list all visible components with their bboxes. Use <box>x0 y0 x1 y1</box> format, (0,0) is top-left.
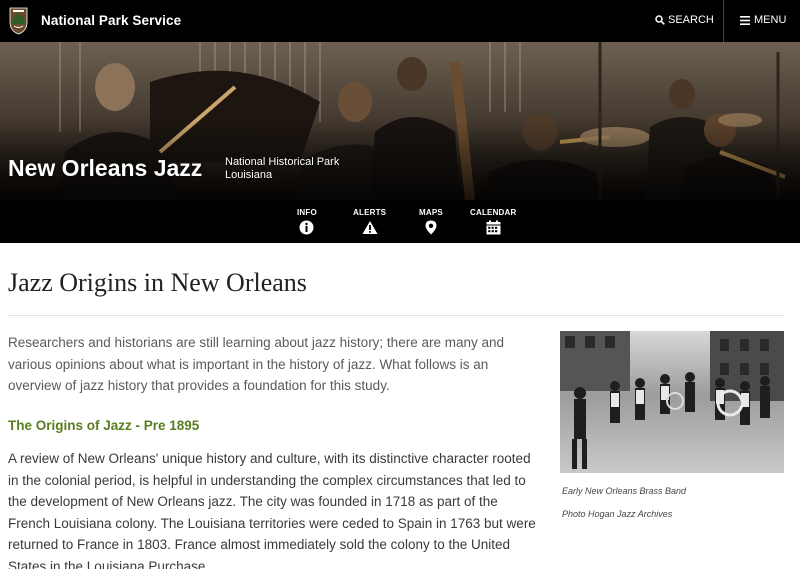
header-divider <box>723 0 724 42</box>
nav-alerts[interactable]: ALERTS <box>353 208 386 235</box>
park-name[interactable]: New Orleans Jazz <box>8 155 202 182</box>
info-icon <box>299 220 314 235</box>
map-pin-icon <box>425 220 437 235</box>
menu-label: MENU <box>754 14 787 26</box>
search-icon <box>655 15 665 25</box>
nav-info[interactable]: INFO <box>297 208 317 235</box>
hero-banner: New Orleans Jazz National Historical Par… <box>0 42 800 200</box>
nav-maps[interactable]: MAPS <box>419 208 443 235</box>
park-designation: National Historical Park <box>225 156 340 168</box>
park-state: Louisiana <box>225 169 273 181</box>
calendar-icon <box>486 220 501 235</box>
photo-caption: Early New Orleans Brass Band <box>562 486 687 496</box>
section-body: A review of New Orleans' unique history … <box>8 451 536 569</box>
hamburger-icon <box>740 15 750 25</box>
brand-name[interactable]: National Park Service <box>41 13 181 28</box>
nav-alerts-label: ALERTS <box>353 208 387 217</box>
photo-credit: Photo Hogan Jazz Archives <box>562 509 673 519</box>
alert-icon <box>362 221 378 234</box>
park-subnav: INFO ALERTS MAPS CALENDAR <box>0 200 800 243</box>
search-label: SEARCH <box>668 14 714 26</box>
brass-band-photo[interactable] <box>560 331 784 473</box>
nav-info-label: INFO <box>297 208 317 217</box>
nps-arrowhead-logo[interactable] <box>8 6 29 35</box>
search-button[interactable]: SEARCH <box>655 14 714 26</box>
site-header: National Park Service SEARCH MENU <box>0 0 800 42</box>
nav-calendar[interactable]: CALENDAR <box>470 208 517 235</box>
nav-calendar-label: CALENDAR <box>470 208 517 217</box>
page-title: Jazz Origins in New Orleans <box>8 268 307 297</box>
brass-band-image <box>560 331 784 473</box>
title-divider <box>8 315 784 316</box>
menu-button[interactable]: MENU <box>740 14 786 26</box>
nav-maps-label: MAPS <box>419 208 443 217</box>
intro-paragraph: Researchers and historians are still lea… <box>8 335 505 393</box>
section-heading: The Origins of Jazz - Pre 1895 <box>8 418 200 433</box>
